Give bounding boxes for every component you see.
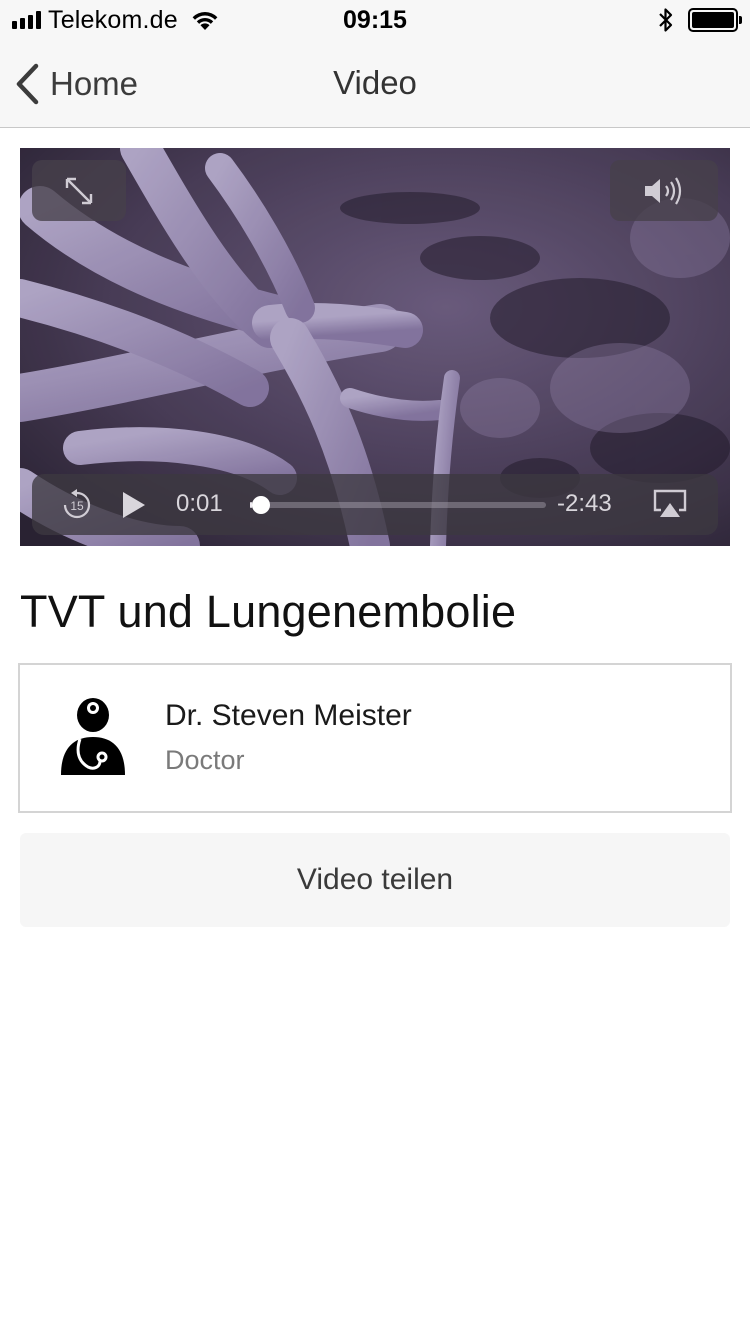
share-video-button[interactable]: Video teilen — [20, 833, 730, 927]
skip-back-seconds: 15 — [70, 499, 84, 513]
fullscreen-icon — [65, 177, 93, 204]
remaining-time: -2:43 — [557, 490, 612, 517]
status-bar: Telekom.de 09:15 — [0, 0, 750, 40]
battery-fill — [692, 12, 734, 28]
nav-bar: Home Video — [0, 40, 750, 128]
airplay-icon — [653, 489, 687, 517]
page-title: Video — [333, 64, 417, 101]
doctor-icon — [61, 698, 125, 775]
play-button[interactable] — [118, 490, 148, 520]
skip-back-15-icon: 15 — [63, 489, 91, 519]
share-video-label: Video teilen — [296, 863, 454, 896]
progress-knob[interactable] — [251, 496, 270, 514]
volume-button[interactable] — [610, 160, 718, 221]
author-card[interactable]: Dr. Steven Meister Doctor — [18, 663, 732, 813]
battery-tip — [739, 16, 742, 24]
video-title: TVT und Lungenembolie — [20, 586, 517, 637]
progress-slider[interactable] — [250, 496, 546, 514]
volume-icon — [645, 176, 682, 205]
battery-icon — [688, 8, 742, 32]
airplay-button[interactable] — [652, 488, 688, 520]
skip-back-button[interactable]: 15 — [60, 488, 94, 522]
video-player[interactable]: 15 0:01 -2:43 — [20, 148, 730, 546]
play-icon — [123, 492, 145, 518]
status-time: 09:15 — [343, 6, 407, 34]
fullscreen-button[interactable] — [32, 160, 126, 221]
status-right — [658, 7, 742, 33]
current-time: 0:01 — [176, 490, 223, 517]
author-role: Doctor — [165, 745, 245, 775]
bluetooth-icon — [659, 8, 673, 32]
player-controls: 15 0:01 -2:43 — [32, 474, 718, 535]
author-name: Dr. Steven Meister — [165, 699, 412, 732]
